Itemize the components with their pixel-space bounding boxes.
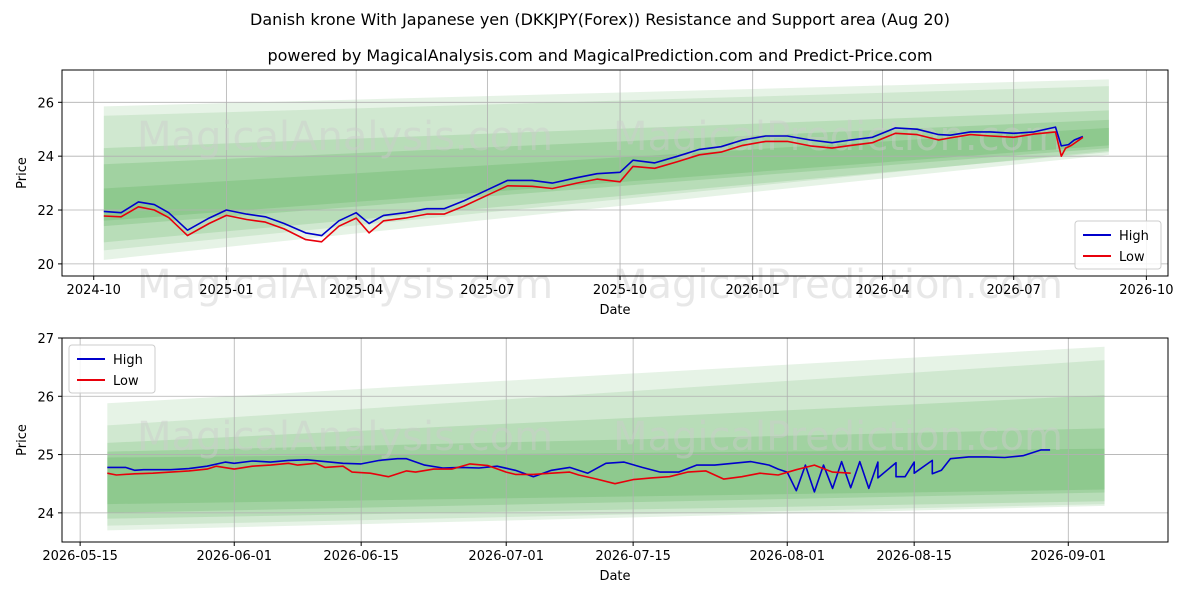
y-tick-label: 24	[37, 507, 54, 522]
x-axis-label: Date	[599, 303, 630, 318]
watermark-text: MagicalAnalysis.com	[137, 114, 553, 160]
x-tick-label: 2025-07	[460, 283, 514, 298]
x-tick-label: 2026-08-01	[749, 549, 825, 564]
y-axis-label: Price	[15, 157, 30, 189]
y-tick-label: 22	[37, 204, 54, 219]
x-tick-label: 2025-04	[329, 283, 383, 298]
y-tick-label: 26	[37, 390, 54, 405]
legend-label-high: High	[113, 353, 143, 368]
x-tick-label: 2026-08-15	[876, 549, 952, 564]
y-tick-label: 20	[37, 258, 54, 273]
x-tick-label: 2026-06-15	[323, 549, 399, 564]
watermark-text: MagicalPrediction.com	[613, 414, 1063, 460]
x-tick-label: 2026-06-01	[196, 549, 272, 564]
legend-label-low: Low	[113, 374, 139, 389]
support-resistance-bands	[103, 79, 1109, 260]
x-tick-label: 2026-07	[987, 283, 1041, 298]
x-tick-label: 2026-07-01	[468, 549, 544, 564]
x-tick-label: 2025-10	[593, 283, 647, 298]
x-tick-label: 2026-09-01	[1030, 549, 1106, 564]
y-tick-label: 26	[37, 96, 54, 111]
y-axis-label: Price	[15, 424, 30, 456]
x-tick-label: 2026-05-15	[42, 549, 118, 564]
y-tick-label: 24	[37, 150, 54, 165]
bottom-price-chart: MagicalAnalysis.com MagicalPrediction.com…	[15, 332, 1169, 584]
top-price-chart: MagicalAnalysis.com MagicalPrediction.com…	[15, 69, 1174, 318]
x-axis-label: Date	[599, 569, 630, 584]
legend-label-low: Low	[1119, 250, 1145, 265]
x-tick-label: 2024-10	[67, 283, 121, 298]
legend-label-high: High	[1119, 229, 1149, 244]
legend: High Low	[68, 344, 156, 394]
x-tick-label: 2026-10	[1119, 283, 1173, 298]
x-tick-label: 2025-01	[199, 283, 253, 298]
x-tick-label: 2026-07-15	[595, 549, 671, 564]
chart-canvas: MagicalAnalysis.com MagicalPrediction.com…	[15, 69, 1174, 584]
watermark-text: MagicalAnalysis.com	[137, 414, 553, 460]
y-tick-label: 25	[37, 449, 54, 464]
x-tick-label: 2026-01	[726, 283, 780, 298]
x-tick-label: 2026-04	[855, 283, 909, 298]
legend: High Low	[1074, 220, 1162, 270]
y-tick-label: 27	[37, 332, 54, 347]
